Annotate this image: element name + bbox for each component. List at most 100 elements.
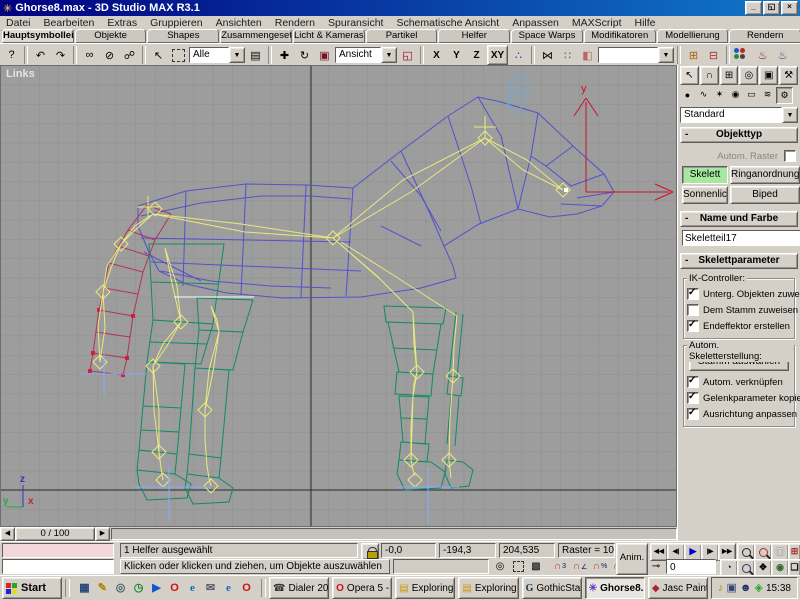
minimize-button[interactable]: _ — [745, 1, 762, 15]
shapes-category-icon[interactable]: ∿ — [696, 87, 711, 102]
task-dialer-2000[interactable]: ☎ Dialer 2000 — [269, 577, 329, 599]
mail-icon[interactable]: ✉ — [203, 581, 218, 596]
region-select-icon[interactable] — [169, 46, 188, 64]
notes-icon[interactable]: ✎ — [95, 581, 110, 596]
menu-gruppieren[interactable]: Gruppieren — [150, 17, 203, 29]
checkbox-box[interactable] — [687, 408, 699, 420]
snap-angle-icon[interactable]: ∩∠ — [572, 559, 588, 574]
skelett-button[interactable]: Skelett — [682, 166, 728, 184]
restore-button[interactable]: ◱ — [763, 1, 780, 15]
checkbox-unterg-objekten[interactable]: Unterg. Objekten zuweisen — [687, 288, 791, 300]
checkbox-ausrichtung[interactable]: Ausrichtung anpassen — [687, 408, 791, 420]
spacewarps-category-icon[interactable]: ≋ — [760, 87, 775, 102]
display-settings-icon[interactable]: ▣ — [726, 582, 736, 594]
viewport-links[interactable]: Links — [0, 65, 677, 527]
cameras-category-icon[interactable]: ◉ — [728, 87, 743, 102]
maxscript-mini-listener[interactable] — [2, 559, 114, 574]
current-frame-field[interactable] — [666, 559, 716, 574]
restrict-plane-button[interactable]: XY — [487, 45, 508, 65]
checkbox-autom-verknuepfen[interactable]: Autom. verknüpfen — [687, 376, 791, 388]
sonnenlicht-button[interactable]: Sonnenlicht — [682, 186, 728, 204]
menu-maxscript[interactable]: MAXScript — [572, 17, 622, 29]
scheduler-icon[interactable]: ◷ — [131, 581, 146, 596]
task-opera-5[interactable]: O Opera 5 - [ga.. — [332, 577, 392, 599]
menu-spuransicht[interactable]: Spuransicht — [328, 17, 383, 29]
modify-tab-icon[interactable]: ∩ — [700, 66, 719, 85]
dropdown-arrow-icon[interactable]: ▼ — [381, 47, 397, 63]
time-slider-thumb[interactable]: 0 / 100 — [15, 527, 95, 541]
viewport-label[interactable]: Links — [6, 68, 35, 80]
object-name-field[interactable] — [682, 230, 800, 246]
checkbox-gelenkparameter[interactable]: Gelenkparameter kopieren — [687, 392, 791, 404]
tab-helfer[interactable]: Helfer — [438, 29, 510, 43]
close-button[interactable]: × — [781, 1, 798, 15]
viewport-canvas[interactable]: y z y x — [1, 66, 676, 526]
coord-z-field[interactable]: 204,535 — [499, 543, 555, 558]
opera-quicklaunch-icon[interactable]: O — [167, 581, 182, 596]
network-icon[interactable]: ◈ — [754, 582, 762, 594]
coord-x-field[interactable]: -0,0 — [381, 543, 436, 558]
animate-button[interactable]: Anim. — [616, 543, 648, 575]
user-agent-icon[interactable]: ☻ — [740, 582, 752, 594]
undo-icon[interactable]: ↶ — [31, 46, 50, 64]
quick-render-icon[interactable]: ♨ — [773, 46, 792, 64]
start-button[interactable]: Start — [2, 577, 62, 599]
snap-3d-icon[interactable]: ∩3 — [552, 559, 568, 574]
align-icon[interactable]: ◧ — [578, 46, 597, 64]
tab-licht-kameras[interactable]: Licht & Kameras — [293, 29, 365, 43]
task-exploring-f[interactable]: ▤ Exploring - (F: — [395, 577, 455, 599]
checkbox-box[interactable] — [687, 376, 699, 388]
link-icon[interactable]: ∞ — [80, 46, 99, 64]
task-gothicstarter[interactable]: G GothicStarter... — [522, 577, 582, 599]
geometry-category-icon[interactable]: ● — [680, 87, 695, 102]
bind-spacewarp-icon[interactable]: ☍ — [120, 46, 139, 64]
rollout-skelettparameter-header[interactable]: - Skelettparameter — [680, 253, 798, 269]
tab-space-warps[interactable]: Space Warps — [511, 29, 583, 43]
restrict-z-button[interactable]: Z — [467, 46, 486, 64]
checkbox-endeffektor[interactable]: Endeffektor erstellen — [687, 320, 791, 332]
internet-explorer-icon[interactable]: e — [221, 581, 236, 596]
array-icon[interactable]: ∷ — [558, 46, 577, 64]
tab-hauptsymbolleiste[interactable]: Hauptsymbolleiste — [2, 29, 74, 43]
tab-partikel[interactable]: Partikel — [366, 29, 438, 43]
internet-explorer-icon[interactable]: e — [185, 581, 200, 596]
utilities-tab-icon[interactable]: ⚒ — [779, 66, 798, 85]
task-jasc-paint[interactable]: ◆ Jasc Paint S... — [648, 577, 708, 599]
checkbox-box[interactable] — [687, 288, 699, 300]
render-scene-icon[interactable]: ♨ — [753, 46, 772, 64]
dropdown-arrow-icon[interactable]: ▼ — [658, 47, 674, 63]
display-tab-icon[interactable]: ▣ — [759, 66, 778, 85]
checkbox-dem-stamm[interactable]: Dem Stamm zuweisen — [687, 304, 791, 316]
key-mode-icon[interactable]: ⊸ — [648, 559, 664, 574]
menu-anpassen[interactable]: Anpassen — [512, 17, 559, 29]
search-icon[interactable]: ◎ — [113, 581, 128, 596]
restrict-x-button[interactable]: X — [427, 46, 446, 64]
named-selection-dropdown[interactable]: ▼ — [598, 47, 674, 63]
pivot-center-icon[interactable]: ◱ — [398, 46, 417, 64]
checkbox-box[interactable] — [687, 392, 699, 404]
snap-percent-icon[interactable]: ∩% — [592, 559, 608, 574]
schematic-view-icon[interactable]: ⊟ — [704, 46, 723, 64]
task-exploring-2[interactable]: ▤ Exploring - _... — [458, 577, 518, 599]
rollout-name-farbe-header[interactable]: - Name und Farbe — [680, 211, 798, 227]
maxscript-mini-recorder[interactable] — [2, 543, 114, 558]
window-region-icon[interactable] — [510, 559, 526, 574]
opera-quicklaunch-icon[interactable]: O — [239, 581, 254, 596]
time-slider-track[interactable] — [111, 528, 677, 540]
restrict-y-button[interactable]: Y — [447, 46, 466, 64]
tab-shapes[interactable]: Shapes — [147, 29, 219, 43]
systems-category-icon[interactable]: ⚙ — [776, 87, 793, 104]
crossing-selection-icon[interactable]: ▩ — [528, 559, 544, 574]
tab-modellierung[interactable]: Modellierung — [657, 29, 729, 43]
show-desktop-icon[interactable]: ▦ — [77, 581, 92, 596]
motion-tab-icon[interactable]: ◎ — [739, 66, 758, 85]
dropdown-arrow-icon[interactable]: ▼ — [782, 107, 798, 123]
select-rotate-icon[interactable]: ↻ — [295, 46, 314, 64]
redo-icon[interactable]: ↷ — [51, 46, 70, 64]
tab-objekte[interactable]: Objekte — [75, 29, 147, 43]
task-ghorse8-active[interactable]: ✳ Ghorse8.... — [585, 577, 645, 599]
menu-datei[interactable]: Datei — [6, 17, 31, 29]
hierarchy-tab-icon[interactable]: ⊞ — [720, 66, 739, 85]
mirror-icon[interactable]: ⋈ — [538, 46, 557, 64]
tab-zusammengesetzt[interactable]: Zusammengesetzt — [220, 29, 292, 43]
